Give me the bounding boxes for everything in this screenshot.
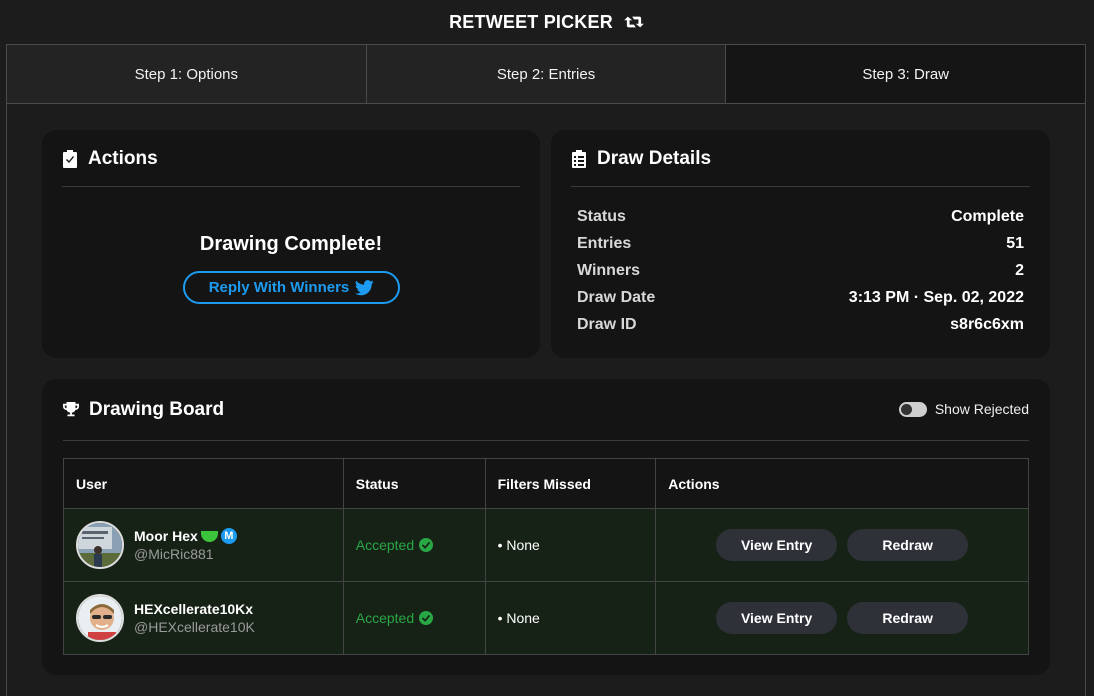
detail-row-draw-date: Draw Date 3:13 PM · Sep. 02, 2022 xyxy=(577,284,1024,311)
actions-cell: View Entry Redraw xyxy=(655,581,1029,655)
reply-with-winners-button[interactable]: Reply With Winners xyxy=(183,271,400,304)
actions-card: Actions Drawing Complete! Reply With Win… xyxy=(42,130,540,358)
table-row: Moor Hex M @MicRic881 Accepted • None Vi… xyxy=(63,508,1029,582)
actions-header: Actions xyxy=(62,148,158,170)
drawing-board-header: Drawing Board xyxy=(63,399,224,421)
tab-step-3-draw[interactable]: Step 3: Draw xyxy=(726,45,1086,103)
actions-divider xyxy=(62,186,520,187)
view-entry-button[interactable]: View Entry xyxy=(716,529,838,561)
status-badge: Accepted xyxy=(356,610,485,626)
check-circle-icon xyxy=(419,538,434,552)
detail-value: s8r6c6xm xyxy=(950,315,1024,333)
reply-button-label: Reply With Winners xyxy=(208,279,350,296)
drawing-board-divider xyxy=(63,440,1029,441)
draw-details-title: Draw Details xyxy=(597,148,712,169)
app-title-text: RETWEET PICKER xyxy=(449,11,613,32)
column-header-actions: Actions xyxy=(655,458,1029,509)
status-text: Accepted xyxy=(355,537,415,553)
show-rejected-label: Show Rejected xyxy=(934,401,1029,417)
user-name: Moor Hex xyxy=(134,528,198,544)
detail-key: Status xyxy=(577,207,626,225)
avatar[interactable] xyxy=(76,594,124,642)
user-handle[interactable]: @HEXcellerate10K xyxy=(134,619,255,635)
view-entry-button[interactable]: View Entry xyxy=(716,602,838,634)
user-handle[interactable]: @MicRic881 xyxy=(134,546,237,562)
column-header-user: User xyxy=(63,458,344,509)
show-rejected-control: Show Rejected xyxy=(898,401,1029,417)
drawing-board-card: Drawing Board Show Rejected User Status … xyxy=(42,379,1050,675)
twitter-bird-icon xyxy=(355,279,374,295)
step-tabs: Step 1: Options Step 2: Entries Step 3: … xyxy=(7,45,1086,104)
table-row: HEXcellerate10Kx @HEXcellerate10K Accept… xyxy=(63,581,1029,655)
redraw-button[interactable]: Redraw xyxy=(847,529,969,561)
actions-cell: View Entry Redraw xyxy=(655,508,1029,582)
redraw-button[interactable]: Redraw xyxy=(847,602,969,634)
detail-key: Entries xyxy=(577,234,632,252)
detail-value: Complete xyxy=(951,207,1024,225)
detail-key: Winners xyxy=(577,261,640,279)
check-circle-icon xyxy=(419,611,434,625)
status-cell: Accepted xyxy=(342,581,486,655)
draw-details-card: Draw Details Status Complete Entries 51 … xyxy=(551,130,1050,358)
draw-details-divider xyxy=(571,186,1030,187)
detail-row-status: Status Complete xyxy=(577,203,1024,230)
column-header-status: Status xyxy=(342,458,486,509)
avatar[interactable] xyxy=(76,521,124,569)
filters-missed-cell: • None xyxy=(484,508,657,582)
detail-row-winners: Winners 2 xyxy=(577,257,1024,284)
trophy-icon xyxy=(63,402,79,417)
clipboard-check-icon xyxy=(63,150,77,168)
user-name-line: HEXcellerate10Kx xyxy=(134,601,255,617)
detail-key: Draw Date xyxy=(577,288,656,306)
status-badge: Accepted xyxy=(356,537,485,553)
detail-row-draw-id: Draw ID s8r6c6xm xyxy=(577,311,1024,338)
retweet-icon xyxy=(624,16,644,28)
detail-value: 51 xyxy=(1006,234,1024,252)
column-header-filters-missed: Filters Missed xyxy=(484,458,657,509)
detail-key: Draw ID xyxy=(577,315,637,333)
app-title: RETWEET PICKER xyxy=(0,0,1094,44)
winners-table: User Status Filters Missed Actions Moor … xyxy=(63,458,1029,655)
clipboard-list-icon xyxy=(572,150,586,168)
main-frame: Step 1: Options Step 2: Entries Step 3: … xyxy=(6,44,1086,696)
status-cell: Accepted xyxy=(342,508,486,582)
user-cell: HEXcellerate10Kx @HEXcellerate10K xyxy=(63,581,344,655)
user-name-line: Moor Hex M xyxy=(134,528,237,544)
tab-step-1-options[interactable]: Step 1: Options xyxy=(7,45,367,103)
actions-title: Actions xyxy=(88,148,158,169)
detail-value: 2 xyxy=(1015,261,1024,279)
detail-row-entries: Entries 51 xyxy=(577,230,1024,257)
filters-missed-cell: • None xyxy=(484,581,657,655)
drawing-board-title: Drawing Board xyxy=(89,399,225,420)
green-badge-icon xyxy=(200,530,218,542)
verified-m-badge-icon: M xyxy=(220,528,237,544)
status-text: Accepted xyxy=(355,610,415,626)
draw-details-header: Draw Details xyxy=(571,148,711,170)
user-name: HEXcellerate10Kx xyxy=(134,601,254,617)
tab-step-2-entries[interactable]: Step 2: Entries xyxy=(366,45,727,103)
show-rejected-toggle[interactable] xyxy=(898,401,927,417)
drawing-complete-text: Drawing Complete! xyxy=(199,233,383,255)
detail-value: 3:13 PM · Sep. 02, 2022 xyxy=(848,288,1024,306)
table-header-row: User Status Filters Missed Actions xyxy=(63,458,1029,509)
toggle-knob xyxy=(900,403,912,415)
user-cell: Moor Hex M @MicRic881 xyxy=(63,508,344,582)
